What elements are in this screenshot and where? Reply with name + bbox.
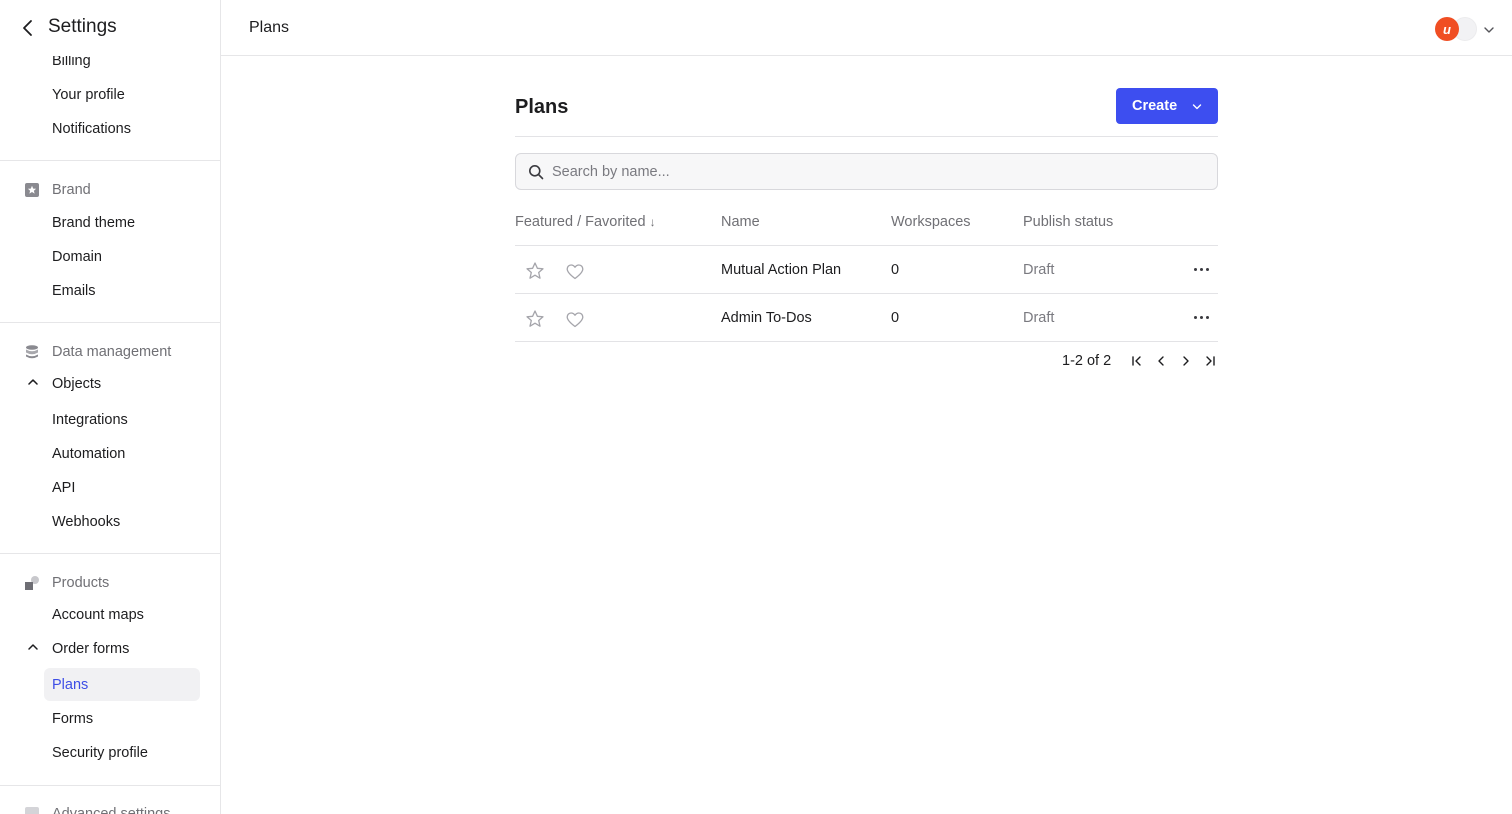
- workspaces-count: 0: [891, 310, 900, 326]
- sidebar-group-brand: Brand: [24, 180, 91, 200]
- star-icon[interactable]: [525, 261, 545, 281]
- create-button-label: Create: [1132, 98, 1178, 114]
- sidebar-group-advanced-settings[interactable]: Advanced settings: [24, 804, 171, 814]
- sidebar-group-label: Data management: [52, 344, 172, 360]
- heart-icon[interactable]: [565, 262, 585, 282]
- star-square-icon: [24, 182, 40, 198]
- sidebar-group-label: Brand: [52, 182, 91, 198]
- workspaces-count: 0: [891, 262, 900, 278]
- sidebar-header: Settings: [0, 0, 220, 56]
- page-breadcrumb: Plans: [249, 19, 290, 36]
- sidebar-item-domain[interactable]: Domain: [52, 249, 102, 265]
- column-header-publish-status: Publish status: [1023, 214, 1114, 230]
- next-page-icon[interactable]: [1179, 354, 1193, 368]
- sidebar-divider: [0, 785, 220, 786]
- create-button[interactable]: Create: [1116, 88, 1218, 124]
- sidebar-group-products: Products: [24, 573, 109, 593]
- sidebar-divider: [0, 553, 220, 554]
- avatar[interactable]: u: [1435, 17, 1459, 41]
- sidebar-divider: [0, 322, 220, 323]
- sidebar-item-automation[interactable]: Automation: [52, 446, 125, 462]
- sidebar-item-plans[interactable]: Plans: [52, 677, 88, 693]
- column-header-workspaces: Workspaces: [891, 214, 971, 230]
- column-header-featured[interactable]: Featured / Favorited ↓: [515, 214, 656, 230]
- sidebar-item-webhooks[interactable]: Webhooks: [52, 514, 120, 530]
- sidebar-item-notifications[interactable]: Notifications: [52, 121, 131, 137]
- sidebar-toggle-objects[interactable]: Objects: [26, 374, 101, 394]
- sidebar-item-forms[interactable]: Forms: [52, 711, 93, 727]
- sidebar-group-label: Advanced settings: [52, 806, 171, 814]
- sidebar-title: Settings: [48, 16, 117, 37]
- database-icon: [24, 344, 40, 360]
- more-options-icon[interactable]: [1191, 263, 1211, 275]
- sidebar-item-api[interactable]: API: [52, 480, 75, 496]
- first-page-icon[interactable]: [1130, 354, 1144, 368]
- app-root: Settings Billing Your profile Notificati…: [0, 0, 1512, 814]
- sidebar-item-security-profile[interactable]: Security profile: [52, 745, 148, 761]
- back-arrow-icon[interactable]: [18, 18, 38, 38]
- column-header-name: Name: [721, 214, 760, 230]
- plan-name[interactable]: Admin To-Dos: [721, 310, 812, 326]
- sidebar-toggle-label: Order forms: [52, 641, 130, 657]
- sidebar-item-your-profile[interactable]: Your profile: [52, 87, 125, 103]
- row-divider: [515, 293, 1218, 294]
- sidebar-item-emails[interactable]: Emails: [52, 283, 96, 299]
- products-icon: [24, 575, 40, 591]
- chevron-down-icon: [1192, 104, 1202, 110]
- star-icon[interactable]: [525, 309, 545, 329]
- sidebar-divider: [0, 160, 220, 161]
- chevron-up-icon: [26, 640, 40, 659]
- plan-name[interactable]: Mutual Action Plan: [721, 262, 841, 278]
- settings-sidebar: Settings Billing Your profile Notificati…: [0, 0, 221, 814]
- sidebar-group-label: Products: [52, 575, 110, 591]
- chevron-down-icon[interactable]: [1483, 23, 1495, 35]
- sidebar-toggle-label: Objects: [52, 376, 102, 392]
- row-divider: [515, 245, 1218, 246]
- sidebar-item-brand-theme[interactable]: Brand theme: [52, 215, 135, 231]
- sidebar-item-integrations[interactable]: Integrations: [52, 412, 128, 428]
- previous-page-icon[interactable]: [1154, 354, 1168, 368]
- pagination-summary: 1-2 of 2: [1062, 353, 1112, 369]
- last-page-icon[interactable]: [1203, 354, 1217, 368]
- settings-group-icon: [24, 806, 40, 814]
- heart-icon[interactable]: [565, 310, 585, 330]
- search-input[interactable]: [552, 154, 1202, 189]
- publish-status: Draft: [1023, 262, 1055, 278]
- column-header-label: Featured / Favorited: [515, 214, 646, 230]
- search-box: [515, 153, 1218, 190]
- top-bar: Plans u: [221, 0, 1512, 56]
- sidebar-toggle-order-forms[interactable]: Order forms: [26, 639, 129, 659]
- publish-status: Draft: [1023, 310, 1055, 326]
- sidebar-group-data-management: Data management: [24, 342, 171, 362]
- chevron-up-icon: [26, 375, 40, 394]
- title-divider: [515, 136, 1218, 137]
- more-options-icon[interactable]: [1191, 311, 1211, 323]
- row-divider: [515, 341, 1218, 342]
- page-title: Plans: [515, 96, 569, 118]
- search-icon: [528, 164, 544, 180]
- sidebar-item-account-maps[interactable]: Account maps: [52, 607, 144, 623]
- sort-down-arrow-icon: ↓: [649, 215, 656, 229]
